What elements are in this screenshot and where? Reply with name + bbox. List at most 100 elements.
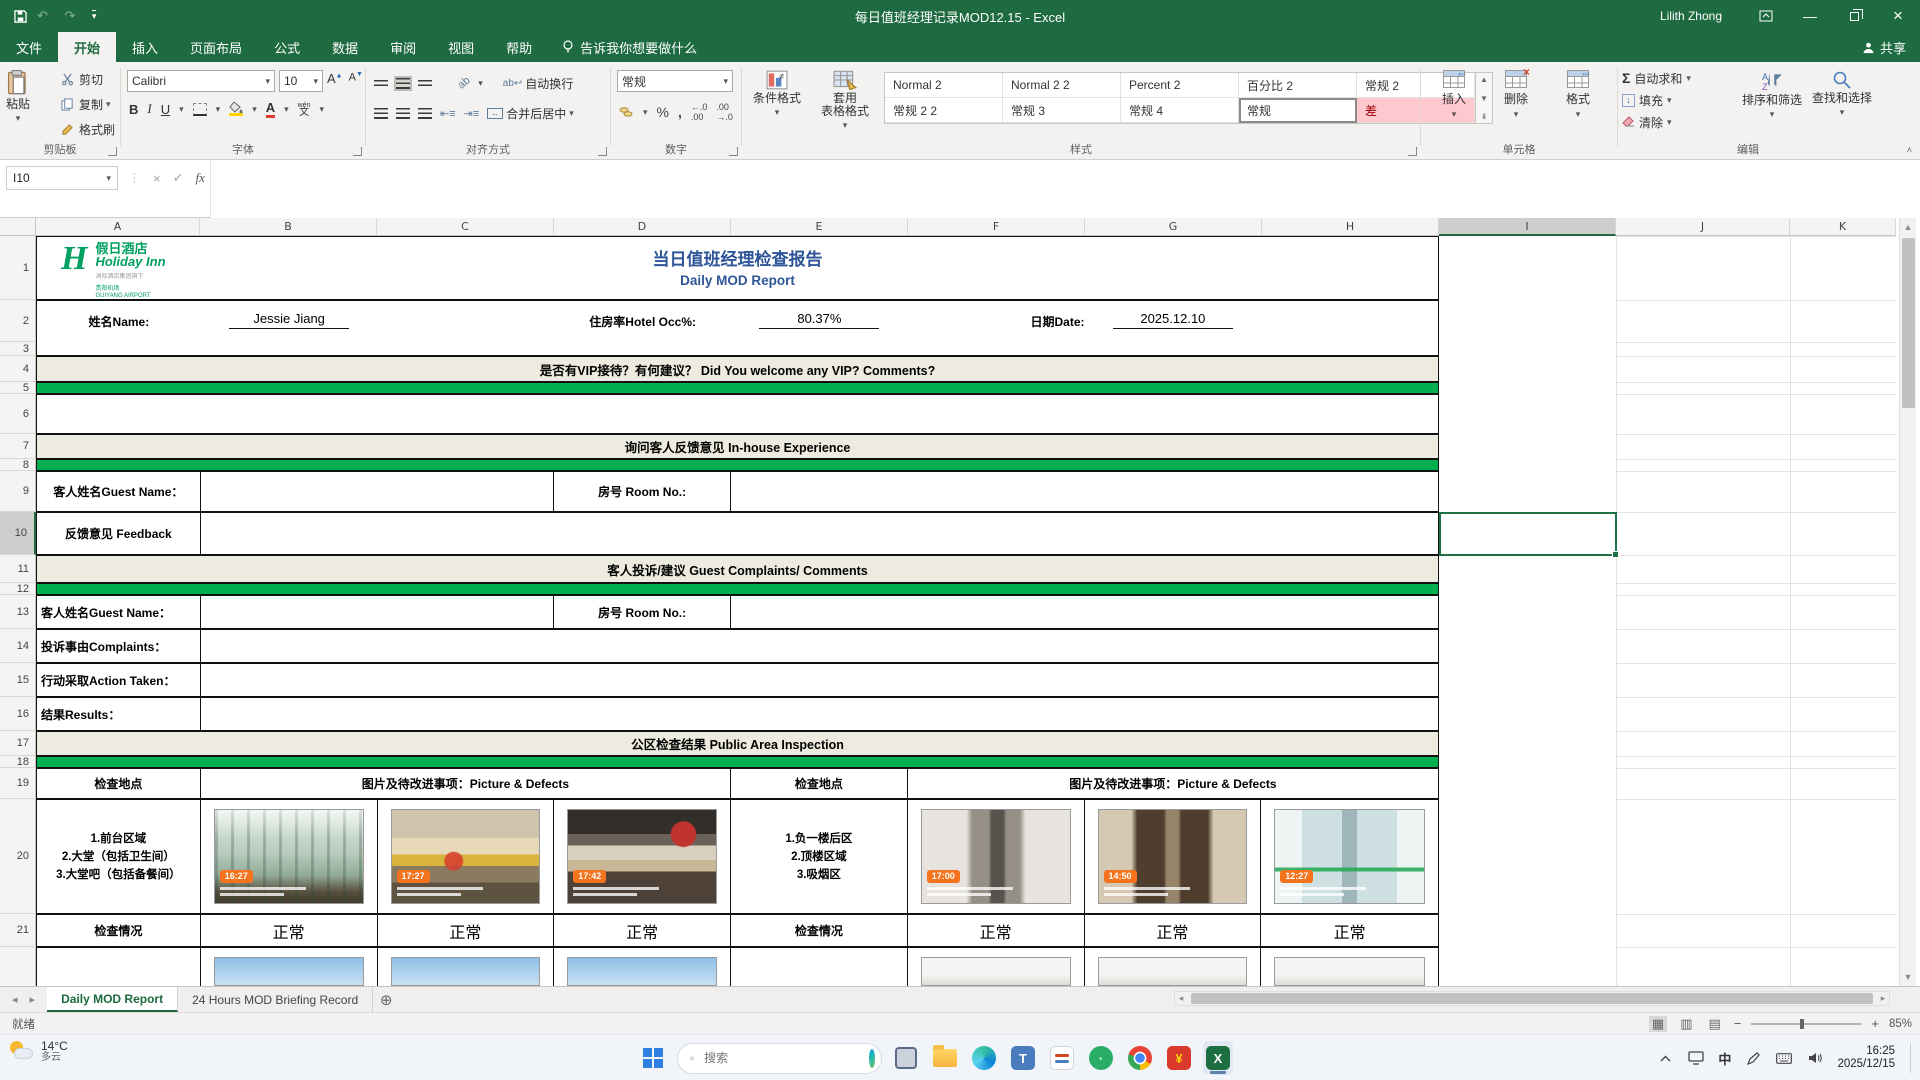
column-header-B[interactable]: B (200, 218, 377, 236)
font-color-button[interactable]: A (266, 100, 275, 118)
wrap-text-button[interactable]: ab↩ 自动换行 (503, 72, 574, 94)
number-format-select[interactable]: 常规▾ (617, 70, 733, 92)
phonetic-button[interactable]: wén文 (298, 102, 311, 116)
photo-cell-h20[interactable]: 12:27 (1261, 800, 1438, 913)
select-all-corner[interactable] (0, 218, 36, 236)
show-desktop-button[interactable] (1910, 1043, 1912, 1073)
close-button[interactable]: × (1876, 0, 1920, 32)
save-button[interactable] (14, 10, 27, 23)
ribbon-display-options-button[interactable] (1744, 0, 1788, 32)
wechat-icon[interactable]: · (1086, 1041, 1116, 1075)
increase-indent-icon[interactable]: ⇥≡ (464, 107, 480, 120)
align-left-icon[interactable] (374, 108, 388, 119)
row-header-8[interactable]: 8 (0, 459, 36, 471)
merge-center-button[interactable]: ↔ 合并后居中▾ (487, 102, 574, 124)
zoom-out-button[interactable]: − (1734, 1016, 1742, 1031)
public-area-section-header[interactable]: 公区检查结果 Public Area Inspection (36, 731, 1439, 756)
row-header-13[interactable]: 13 (0, 595, 36, 629)
scroll-left-arrow[interactable]: ◂ (1175, 993, 1187, 1004)
column-header-I[interactable]: I (1439, 218, 1616, 236)
tab-data[interactable]: 数据 (316, 32, 374, 62)
partial-photo-g22[interactable] (1098, 957, 1248, 986)
inspection-photo-row[interactable]: 1.前台区域 2.大堂（包括卫生间） 3.大堂吧（包括备餐间） 16:27 17… (36, 799, 1439, 914)
excel-icon[interactable]: X (1203, 1041, 1233, 1075)
row-header-1[interactable]: 1 (0, 236, 36, 300)
vip-section-header[interactable]: 是否有VIP接待？有何建议？ Did You welcome any VIP? … (36, 356, 1439, 382)
bold-button[interactable]: B (129, 102, 138, 117)
fly-bar-photo[interactable]: 17:42 (567, 809, 717, 904)
orientation-button[interactable]: ab (456, 74, 473, 91)
format-cells-button[interactable]: ↔ 格式▾ (1547, 62, 1609, 120)
decrease-font-button[interactable]: A▼ (349, 71, 363, 86)
underline-dropdown[interactable]: ▾ (179, 104, 184, 115)
style-normal2[interactable]: Normal 2 (885, 73, 1003, 98)
scroll-right-arrow[interactable]: ▸ (1877, 993, 1889, 1004)
row-header-18[interactable]: 18 (0, 756, 36, 768)
row-header-6[interactable]: 6 (0, 394, 36, 434)
info-row[interactable]: 姓名Name: Jessie Jiang 住房率Hotel Occ%: 80.3… (36, 300, 1439, 356)
insert-cells-button[interactable]: ← 插入▾ (1423, 62, 1485, 120)
increase-font-button[interactable]: A▲ (327, 71, 343, 86)
share-button[interactable]: 共享 (1862, 32, 1906, 62)
guest-name-input-cell[interactable] (201, 472, 555, 511)
row-header-9[interactable]: 9 (0, 471, 36, 512)
orientation-dropdown[interactable]: ▾ (478, 78, 483, 89)
edge-icon[interactable] (969, 1041, 999, 1075)
column-header-E[interactable]: E (731, 218, 908, 236)
tab-page-layout[interactable]: 页面布局 (174, 32, 258, 62)
partial-photo-c22[interactable] (391, 957, 541, 986)
taskbar-clock[interactable]: 16:25 2025/12/15 (1837, 1045, 1895, 1071)
insert-function-button[interactable]: fx (196, 170, 205, 186)
inhouse-section-header[interactable]: 询问客人反馈意见 In-house Experience (36, 434, 1439, 459)
vertical-scroll-thumb[interactable] (1902, 238, 1915, 408)
align-bottom-icon[interactable] (418, 80, 432, 87)
accounting-format-button[interactable] (619, 106, 634, 119)
partial-photo-row[interactable] (36, 947, 1439, 986)
row-header-7[interactable]: 7 (0, 434, 36, 459)
accounting-dropdown[interactable]: ▾ (643, 107, 648, 118)
autosum-button[interactable]: Σ 自动求和▾ (1622, 68, 1691, 88)
number-dialog-launcher[interactable] (729, 147, 738, 156)
tab-file[interactable]: 文件 (0, 32, 58, 62)
formula-input[interactable] (210, 160, 1920, 218)
tab-review[interactable]: 审阅 (374, 32, 432, 62)
account-name[interactable]: Lilith Zhong (1660, 9, 1722, 23)
decrease-decimal-button[interactable]: .00→.0 (716, 102, 733, 122)
inspection-status-row[interactable]: 检查情况 正常 正常 正常 检查情况 正常 正常 正常 (36, 914, 1439, 947)
tell-me-box[interactable]: 告诉我你想要做什么 (548, 32, 711, 62)
partial-photo-d22[interactable] (567, 957, 717, 986)
photo-cell-g20[interactable]: 14:50 (1085, 800, 1262, 913)
style-changgui22[interactable]: 常规 2 2 (885, 98, 1003, 123)
italic-button[interactable]: I (147, 101, 151, 117)
style-normal22[interactable]: Normal 2 2 (1003, 73, 1121, 98)
inhouse-guest-row[interactable]: 客人姓名Guest Name： 房号 Room No.: (36, 471, 1439, 512)
lobby-atrium-photo[interactable]: 16:27 (214, 809, 364, 904)
partial-photo-h22[interactable] (1274, 957, 1425, 986)
basement-corridor-photo[interactable]: 17:00 (921, 809, 1071, 904)
clear-button[interactable]: 清除▾ (1622, 112, 1691, 132)
chrome-icon[interactable] (1125, 1041, 1155, 1075)
partial-photo-b22[interactable] (214, 957, 364, 986)
photo-cell-d20[interactable]: 17:42 (554, 800, 731, 913)
normal-view-button[interactable]: ▦ (1649, 1016, 1667, 1032)
row-header-15[interactable]: 15 (0, 663, 36, 697)
comma-style-button[interactable]: , (678, 104, 682, 120)
vip-answer-row[interactable] (36, 394, 1439, 434)
font-color-dropdown[interactable]: ▾ (284, 104, 289, 115)
new-sheet-button[interactable]: ⊕ (373, 987, 399, 1012)
percent-style-button[interactable]: % (657, 104, 669, 120)
prev-sheet-button[interactable]: ◂ (12, 993, 18, 1006)
row-header-4[interactable]: 4 (0, 356, 36, 382)
horizontal-scroll-thumb[interactable] (1191, 993, 1873, 1004)
status-h21[interactable]: 正常 (1261, 915, 1438, 946)
redo-button[interactable]: ↷▾ (64, 8, 81, 24)
tab-formulas[interactable]: 公式 (258, 32, 316, 62)
zoom-in-button[interactable]: + (1871, 1016, 1879, 1031)
column-header-J[interactable]: J (1616, 218, 1790, 236)
column-header-F[interactable]: F (908, 218, 1085, 236)
scroll-down-arrow[interactable]: ▼ (1900, 972, 1916, 982)
borders-dropdown[interactable]: ▾ (216, 104, 221, 115)
styles-dialog-launcher[interactable] (1408, 147, 1417, 156)
photo-cell-c20[interactable]: 17:27 (378, 800, 555, 913)
vertical-scrollbar[interactable]: ▲ ▼ (1899, 218, 1916, 986)
